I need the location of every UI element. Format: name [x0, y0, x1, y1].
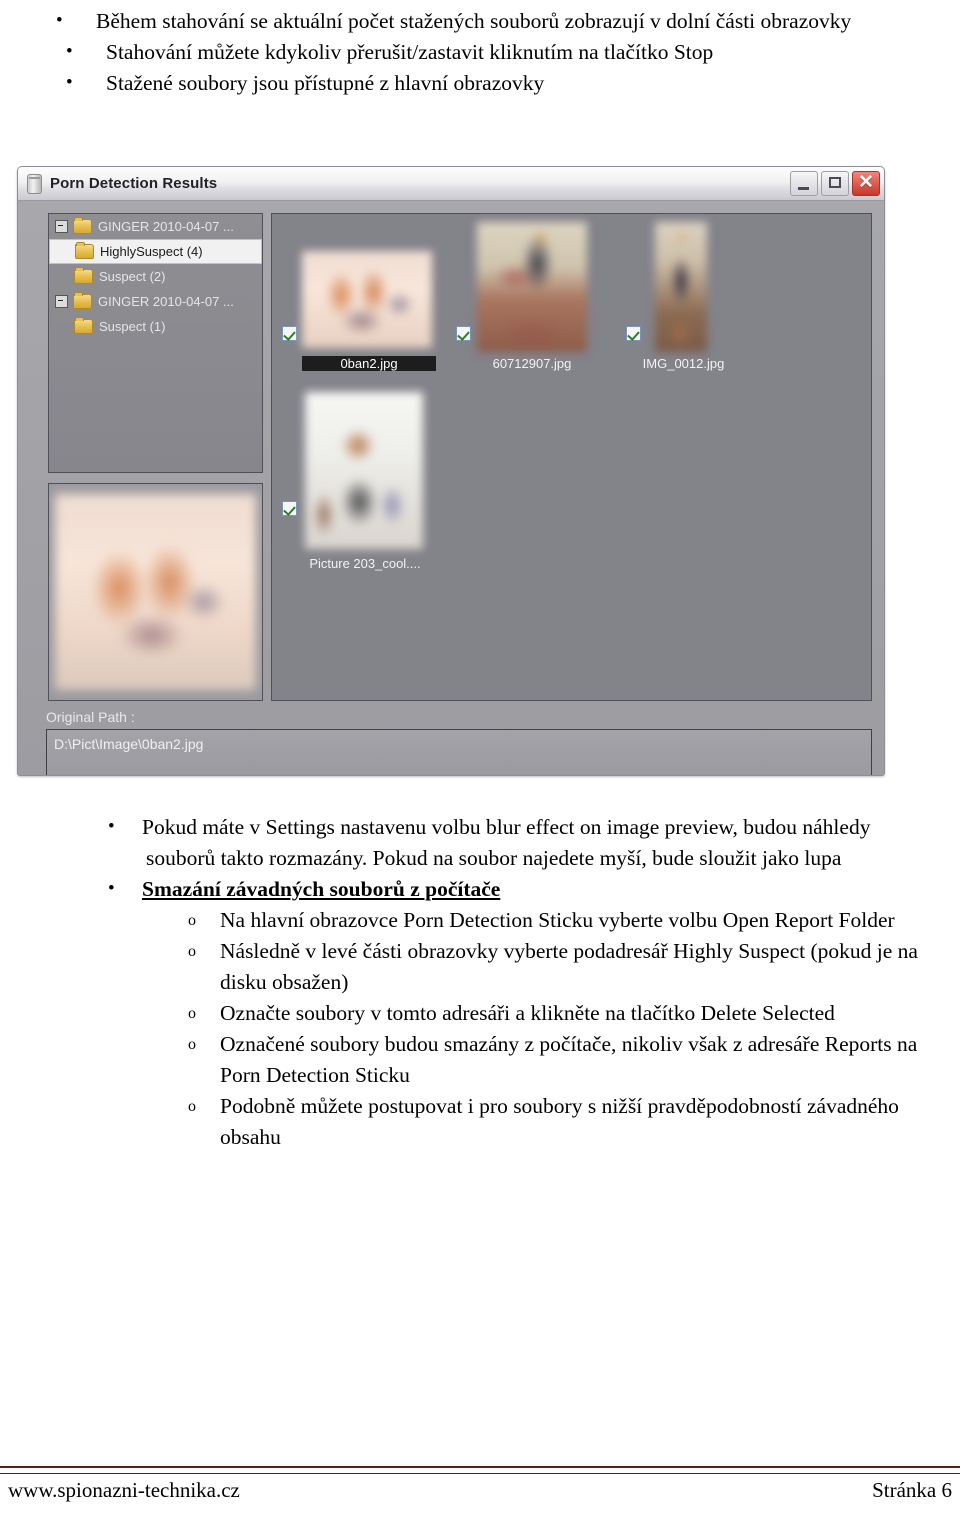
- folder-icon: [73, 292, 92, 309]
- bullet-item: Pokud máte v Settings nastavenu volbu bl…: [0, 811, 940, 874]
- thumbnail-image: [305, 392, 423, 549]
- tree-item-ginger-2[interactable]: GINGER 2010-04-07 ...: [49, 289, 262, 314]
- folder-icon: [75, 242, 94, 259]
- intro-bullet-list: Během stahování se aktuální počet stažen…: [0, 6, 940, 99]
- footer-page-number: Stránka 6: [872, 1478, 952, 1502]
- thumbnail-checkbox[interactable]: [456, 326, 471, 341]
- maximize-button[interactable]: [821, 171, 849, 196]
- tree-item-label: Suspect (1): [99, 319, 166, 334]
- porn-detection-results-window: Porn Detection Results ✕ GINGER 2010-04-…: [17, 166, 885, 776]
- thumbnail-checkbox[interactable]: [282, 326, 297, 341]
- sub-list-item: Podobně můžete postupovat i pro soubory …: [0, 1091, 940, 1153]
- minimize-button[interactable]: [790, 171, 818, 196]
- original-path-label: Original Path :: [46, 709, 135, 725]
- thumbnail-grid-panel[interactable]: 0ban2.jpg 60712907.jpg IMG_0012.jpg Pict…: [271, 213, 872, 701]
- original-path-value: D:\Pict\Image\0ban2.jpg: [54, 736, 204, 752]
- thumbnail-image: [302, 251, 432, 348]
- usb-stick-icon: [27, 173, 42, 194]
- thumbnail-filename: IMG_0012.jpg: [642, 356, 725, 371]
- footer-website: www.spionazni-technika.cz: [8, 1478, 240, 1502]
- window-title: Porn Detection Results: [50, 175, 218, 192]
- thumbnail-checkbox[interactable]: [282, 501, 297, 516]
- section-heading-bullet: Smazání závadných souborů z počítače: [0, 873, 940, 905]
- collapse-icon[interactable]: [55, 220, 68, 233]
- collapse-icon[interactable]: [55, 295, 68, 308]
- thumbnail-filename: 0ban2.jpg: [302, 356, 436, 371]
- tree-item-label: GINGER 2010-04-07 ...: [98, 219, 234, 234]
- tree-item-ginger-1[interactable]: GINGER 2010-04-07 ...: [49, 214, 262, 239]
- folder-icon: [73, 217, 92, 234]
- thumbnail-filename: Picture 203_cool....: [309, 556, 421, 571]
- tree-item-suspect-2[interactable]: Suspect (2): [49, 264, 262, 289]
- tree-item-label: HighlySuspect (4): [100, 244, 203, 259]
- bullet-item: Během stahování se aktuální počet stažen…: [0, 6, 940, 37]
- window-body: GINGER 2010-04-07 ... HighlySuspect (4) …: [18, 201, 884, 775]
- thumbnail-image: [477, 222, 587, 352]
- thumbnail-image: [655, 222, 707, 352]
- folder-tree-panel[interactable]: GINGER 2010-04-07 ... HighlySuspect (4) …: [48, 213, 263, 473]
- image-preview-panel: [48, 483, 263, 701]
- folder-icon: [74, 317, 93, 334]
- window-titlebar: Porn Detection Results ✕: [18, 167, 884, 201]
- footer-divider: [0, 1466, 960, 1474]
- sub-list-item: Označené soubory budou smazány z počítač…: [0, 1029, 940, 1091]
- tree-item-label: Suspect (2): [99, 269, 166, 284]
- sub-list-item: Na hlavní obrazovce Porn Detection Stick…: [0, 905, 940, 936]
- folder-icon: [74, 267, 93, 284]
- page-section-heading: Smazání závadných souborů z počítače: [142, 877, 501, 901]
- preview-image: [55, 494, 256, 690]
- bullet-item: Stahování můžete kdykoliv přerušit/zasta…: [0, 36, 940, 68]
- tree-item-suspect-1[interactable]: Suspect (1): [49, 314, 262, 339]
- bullet-item: Stažené soubory jsou přístupné z hlavní …: [0, 67, 940, 99]
- tree-item-highlysuspect[interactable]: HighlySuspect (4): [49, 239, 262, 264]
- sub-list-item: Označte soubory v tomto adresáři a klikn…: [0, 998, 940, 1029]
- thumbnail-filename: 60712907.jpg: [492, 356, 572, 371]
- close-icon: ✕: [858, 172, 874, 193]
- tree-item-label: GINGER 2010-04-07 ...: [98, 294, 234, 309]
- sub-list-item: Následně v levé části obrazovky vyberte …: [0, 936, 940, 998]
- close-window-button[interactable]: ✕: [852, 171, 880, 196]
- original-path-field[interactable]: D:\Pict\Image\0ban2.jpg: [46, 729, 872, 775]
- instructions-list: Pokud máte v Settings nastavenu volbu bl…: [0, 811, 940, 1153]
- thumbnail-checkbox[interactable]: [626, 326, 641, 341]
- page-footer: www.spionazni-technika.cz Stránka 6: [0, 1478, 960, 1503]
